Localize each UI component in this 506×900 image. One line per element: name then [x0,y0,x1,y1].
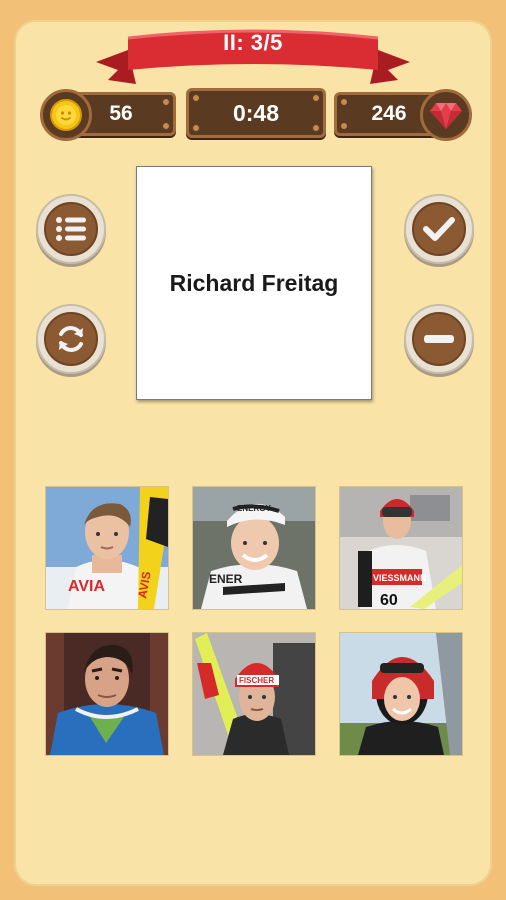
answer-photo-5[interactable]: FISCHER [192,632,316,756]
refresh-button[interactable] [36,304,106,374]
answer-photo-4[interactable] [45,632,169,756]
timer-display: 0:48 [186,88,326,138]
check-button[interactable] [404,194,474,264]
list-icon [56,217,86,241]
cap-brand-text: ENERGY [237,504,271,513]
question-card: Richard Freitag [136,166,372,400]
helmet-brand-text: FISCHER [239,676,274,685]
athlete-name: Richard Freitag [169,269,339,296]
bib-sponsor-text: VIESSMANN [373,573,427,583]
refresh-icon [59,326,83,352]
answer-photo-1[interactable]: AVIA AVIS [45,486,169,610]
bib-sponsor-text: ENER [209,572,243,586]
answer-photo-6[interactable] [339,632,463,756]
coin-icon [40,89,92,141]
timer-value: 0:48 [232,99,280,126]
check-icon [423,217,455,241]
answer-photo-3[interactable]: VIESSMANN 60 [339,486,463,610]
bib-number-text: 60 [380,592,398,609]
minus-icon [424,335,454,343]
gem-icon[interactable] [420,89,472,141]
answer-photo-2[interactable]: ENER ENERGY [192,486,316,610]
bib-sponsor-text: AVIA [68,578,105,595]
gem-count: 246 [371,102,407,125]
remove-button[interactable] [404,304,474,374]
coin-count: 56 [109,102,133,125]
list-button[interactable] [36,194,106,264]
level-indicator: II: 3/5 [223,30,283,55]
game-panel [14,20,492,886]
